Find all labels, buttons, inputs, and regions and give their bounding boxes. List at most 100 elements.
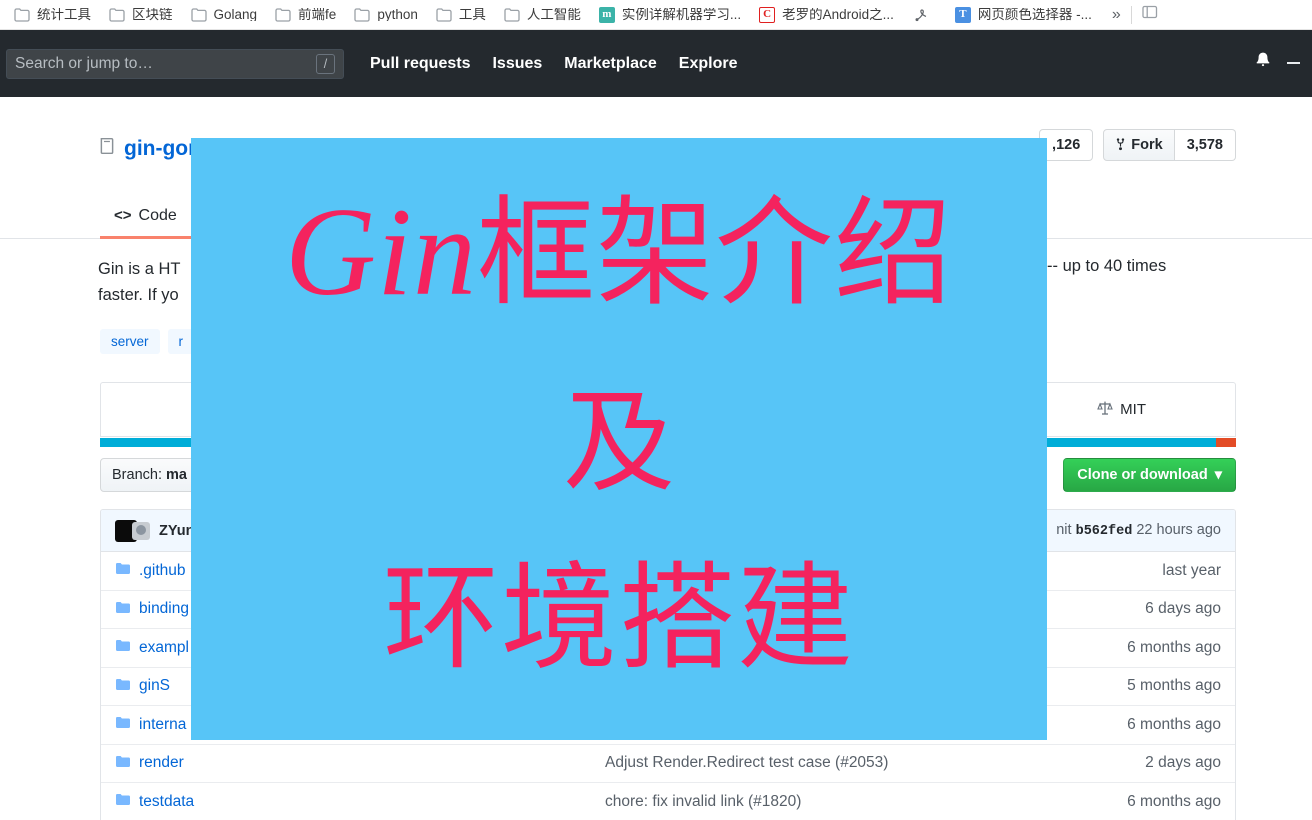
bookmark-item-10[interactable]: T 网页颜色选择器 -... [954, 6, 1092, 23]
stat-license-value: MIT [1120, 401, 1146, 418]
bookmark-label: 老罗的Android之... [782, 7, 894, 22]
header-right-actions [1254, 30, 1308, 97]
bookmark-item-0[interactable]: 统计工具 [14, 8, 91, 22]
bell-icon[interactable] [1254, 51, 1272, 77]
file-name[interactable]: ginS [139, 677, 170, 695]
overlay-line-1-cjk: 框架介绍 [476, 189, 953, 320]
avatar-group [115, 519, 150, 542]
branch-prefix: Branch: [112, 467, 162, 483]
file-name[interactable]: interna [139, 716, 186, 734]
fork-icon [1115, 138, 1126, 152]
file-name-cell[interactable]: testdata [115, 793, 415, 811]
fork-count[interactable]: 3,578 [1174, 129, 1236, 161]
file-time: 5 months ago [1127, 677, 1221, 695]
star-count[interactable]: ,126 [1039, 129, 1094, 161]
repo-action-buttons: ,126 Fork 3,578 [1029, 129, 1236, 161]
branch-name: ma [165, 467, 187, 483]
bookmark-item-9[interactable] [912, 6, 937, 24]
file-name-cell[interactable]: render [115, 754, 415, 772]
repo-description-line2: faster. If yo [98, 285, 179, 304]
script-favicon-icon [912, 6, 930, 24]
tab-code[interactable]: <> Code [100, 195, 191, 239]
fork-button-group[interactable]: Fork 3,578 [1103, 129, 1236, 161]
repo-description-line1: Gin is a HT [98, 260, 181, 278]
clone-or-download-button[interactable]: Clone or download ▾ [1063, 458, 1236, 492]
repo-title: gin-gon [98, 137, 201, 161]
nav-explore[interactable]: Explore [679, 55, 738, 73]
bookmark-item-4[interactable]: python [354, 8, 418, 22]
file-commit-message[interactable]: chore: fix invalid link (#1820) [415, 793, 1127, 811]
file-commit-message[interactable]: Adjust Render.Redirect test case (#2053) [415, 754, 1145, 772]
title-overlay: Gin框架介绍 及 环境搭建 [191, 138, 1047, 740]
nav-marketplace[interactable]: Marketplace [564, 55, 657, 73]
bookmarks-overflow-button[interactable]: » [1112, 6, 1121, 24]
overlay-line-3: 环境搭建 [383, 556, 855, 684]
repo-book-icon [98, 137, 116, 161]
fork-button[interactable]: Fork [1103, 129, 1175, 161]
topic-tag[interactable]: server [100, 329, 160, 354]
bookmark-item-2[interactable]: Golang [190, 7, 258, 22]
overlay-line-1-latin: Gin [284, 183, 477, 322]
commit-time: 22 hours ago [1136, 522, 1221, 538]
repo-name-link[interactable]: gin-gon [124, 137, 201, 161]
fork-label: Fork [1131, 137, 1163, 153]
bookmark-label: Golang [213, 7, 258, 22]
folder-icon [436, 7, 452, 22]
branch-selector-button[interactable]: Branch: ma [100, 458, 199, 492]
file-name[interactable]: render [139, 754, 184, 772]
search-placeholder: Search or jump to… [15, 54, 153, 72]
folder-icon [115, 562, 131, 579]
nav-pull-requests[interactable]: Pull requests [370, 55, 470, 73]
code-icon: <> [114, 207, 132, 224]
site-favicon: T [954, 6, 971, 23]
file-time: 6 months ago [1127, 715, 1221, 733]
tab-code-label: Code [138, 206, 177, 224]
commit-meta: nit b562fed 22 hours ago [1056, 522, 1221, 539]
commit-sha[interactable]: b562fed [1076, 524, 1133, 539]
avatar [132, 521, 150, 540]
chevron-down-icon: ▾ [1214, 467, 1222, 483]
language-segment-other [1215, 438, 1236, 447]
file-name[interactable]: testdata [139, 793, 194, 811]
bookmark-item-7[interactable]: m 实例详解机器学习... [598, 6, 741, 23]
plus-caret-icon[interactable] [1286, 55, 1308, 72]
bookmark-item-3[interactable]: 前端fe [275, 8, 336, 22]
folder-icon [115, 639, 131, 656]
bookmark-label: 人工智能 [526, 7, 581, 22]
overlay-line-2: 及 [563, 382, 675, 506]
repo-topics: server r [100, 329, 195, 354]
browser-window: 统计工具 区块链 Golang 前端fe python 工具 人工智能 m 实例… [0, 0, 1312, 820]
star-button-group[interactable]: ,126 [1039, 129, 1094, 161]
law-icon [1097, 400, 1113, 420]
search-input[interactable]: Search or jump to… / [6, 48, 344, 79]
bookmark-item-1[interactable]: 区块链 [109, 8, 173, 22]
file-name[interactable]: binding [139, 600, 189, 618]
folder-icon [354, 7, 370, 22]
bookmark-label: 区块链 [132, 7, 173, 22]
folder-icon [115, 716, 131, 733]
bookmark-label: 网页颜色选择器 -... [977, 7, 1092, 22]
folder-icon [115, 793, 131, 810]
table-row[interactable]: testdata chore: fix invalid link (#1820)… [101, 783, 1235, 820]
file-name[interactable]: .github [139, 562, 186, 580]
bookmark-label: 统计工具 [37, 7, 91, 22]
bookmark-label: 工具 [458, 7, 486, 22]
bookmark-manager-icon[interactable] [1142, 5, 1158, 24]
file-time: 6 days ago [1145, 600, 1221, 618]
folder-icon [115, 601, 131, 618]
folder-icon [275, 7, 291, 22]
bookmark-label: 前端fe [298, 7, 337, 22]
bookmark-item-6[interactable]: 人工智能 [504, 8, 581, 22]
folder-icon [115, 755, 131, 772]
file-name[interactable]: exampl [139, 639, 189, 657]
commit-author[interactable]: ZYun [159, 523, 194, 539]
github-header: Search or jump to… / Pull requests Issue… [0, 30, 1312, 97]
nav-issues[interactable]: Issues [492, 55, 542, 73]
bookmark-item-8[interactable]: C 老罗的Android之... [759, 6, 894, 23]
bookmarks-bar: 统计工具 区块链 Golang 前端fe python 工具 人工智能 m 实例… [0, 0, 1312, 30]
table-row[interactable]: render Adjust Render.Redirect test case … [101, 745, 1235, 783]
folder-icon [109, 7, 125, 22]
bookmark-item-5[interactable]: 工具 [436, 8, 486, 22]
folder-icon [115, 678, 131, 695]
site-favicon: m [598, 6, 615, 23]
